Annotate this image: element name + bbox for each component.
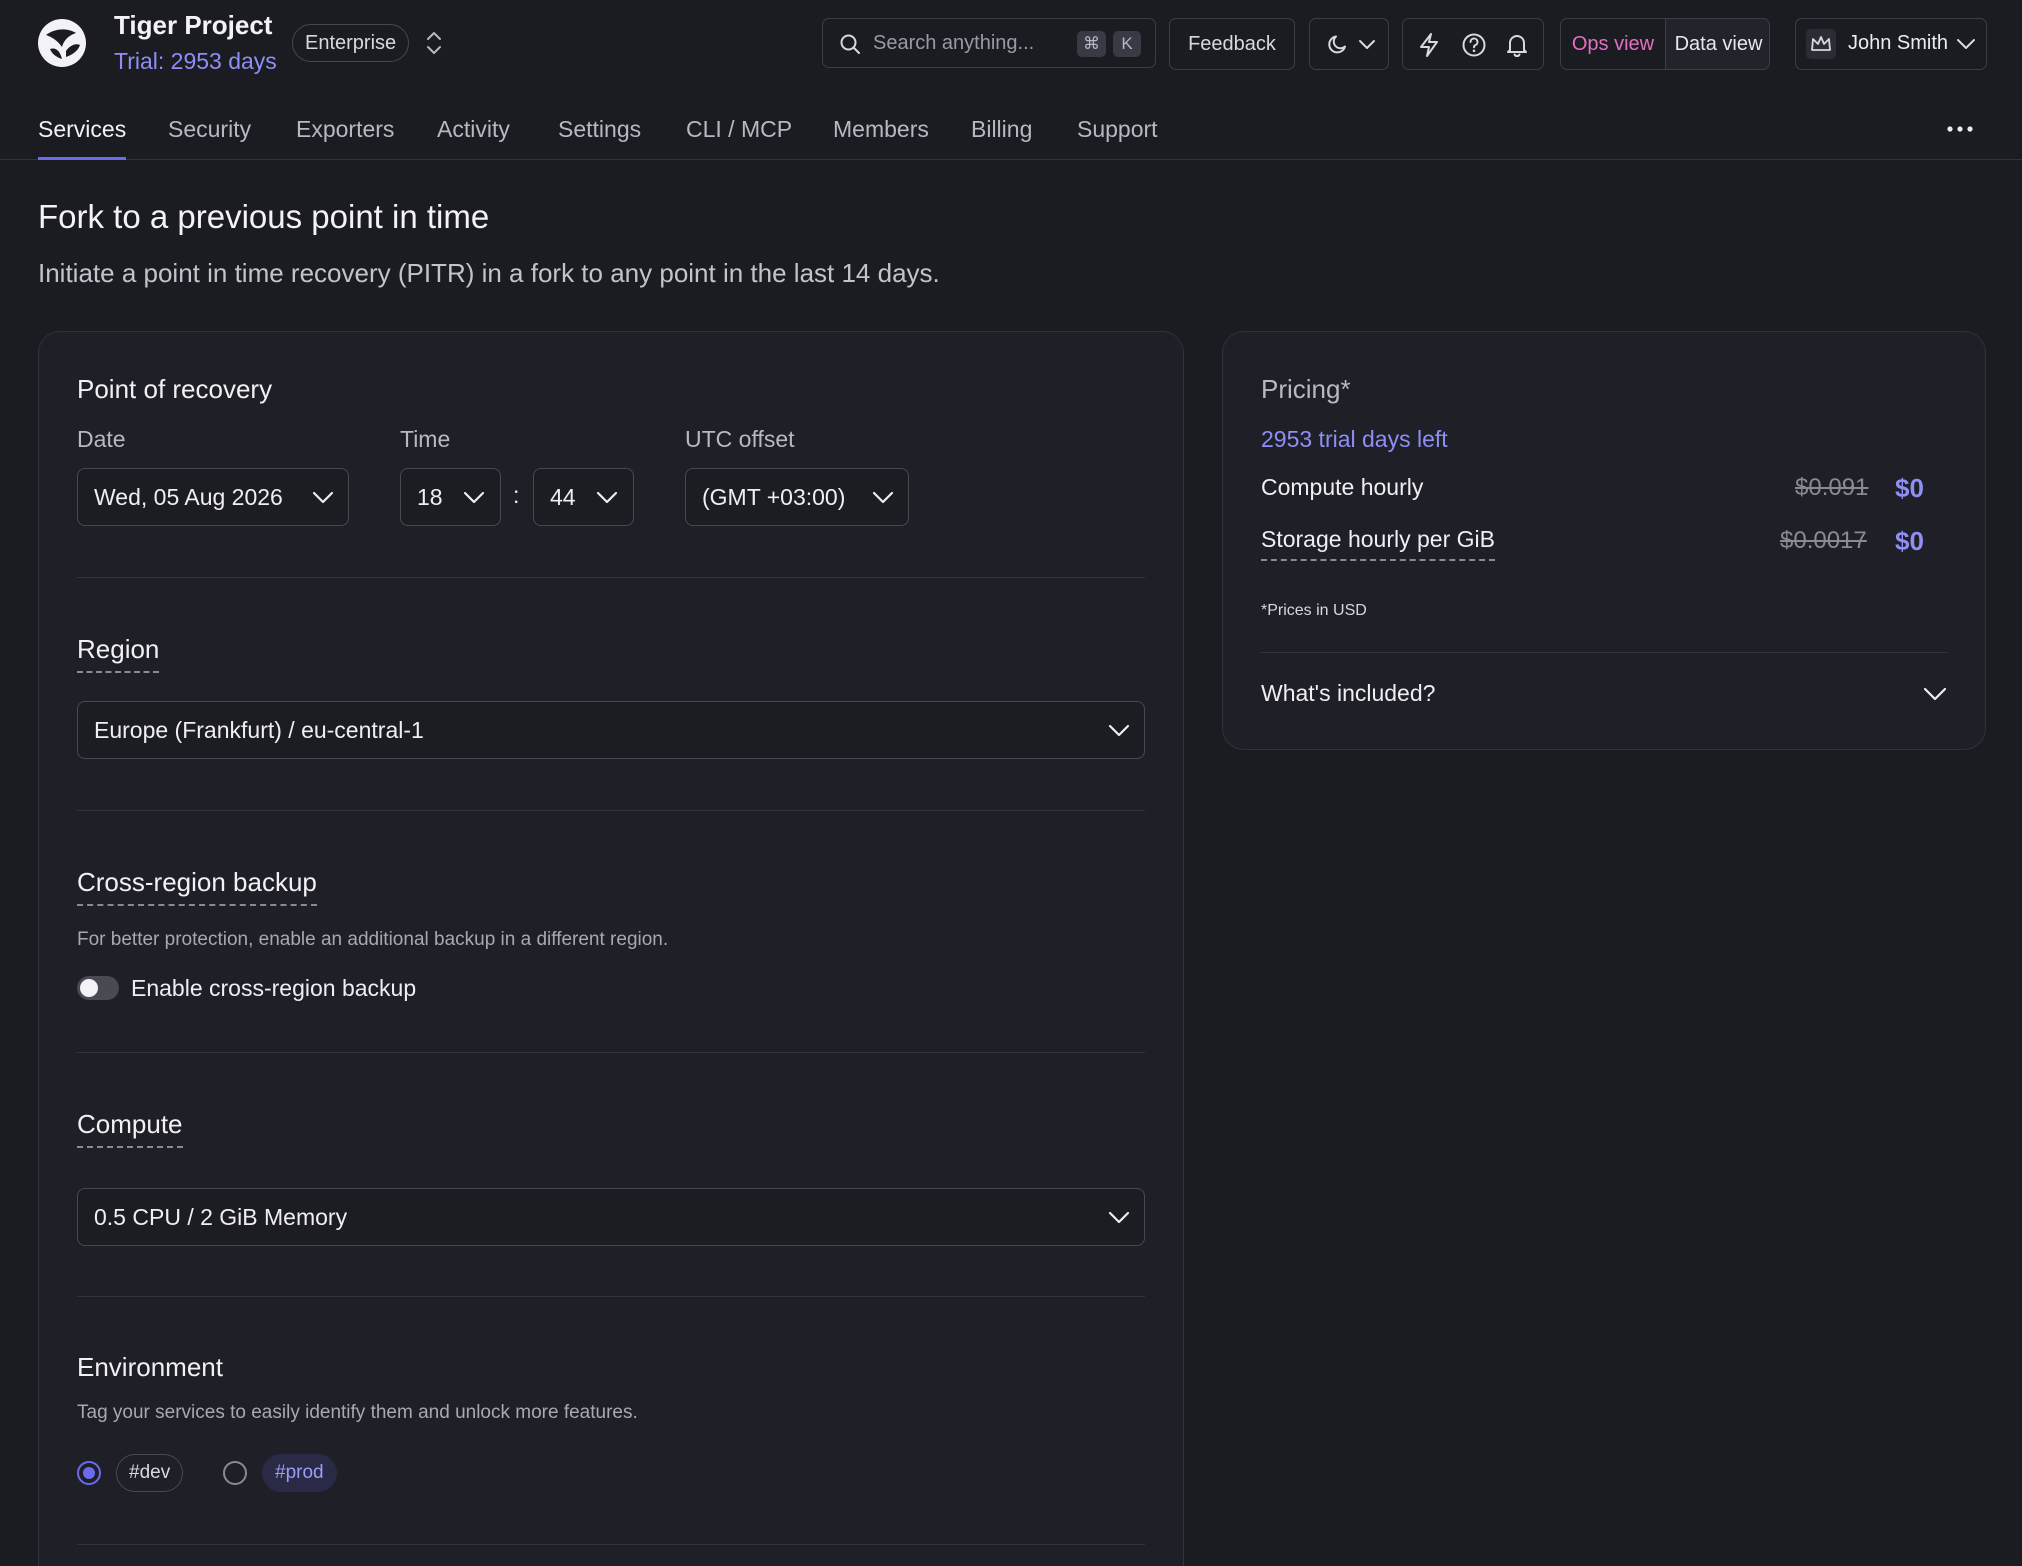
plan-badge: Enterprise [292, 24, 410, 62]
ops-view-button[interactable]: Ops view [1561, 19, 1666, 69]
utc-offset-value: (GMT +03:00) [702, 484, 846, 510]
date-label: Date [77, 426, 126, 452]
search-box[interactable]: ⌘ K [822, 18, 1156, 68]
tab-security[interactable]: Security [168, 116, 251, 158]
page-subtitle: Initiate a point in time recovery (PITR)… [38, 258, 940, 288]
compute-value: 0.5 CPU / 2 GiB Memory [94, 1204, 348, 1230]
tab-support[interactable]: Support [1077, 116, 1158, 158]
tab-billing[interactable]: Billing [971, 116, 1032, 158]
chevron-down-icon [463, 490, 485, 506]
minute-select[interactable]: 44 [533, 468, 634, 526]
project-name[interactable]: Tiger Project [114, 10, 272, 41]
section-divider [77, 1052, 1145, 1053]
region-select[interactable]: Europe (Frankfurt) / eu-central-1 [77, 701, 1145, 759]
utc-offset-select[interactable]: (GMT +03:00) [685, 468, 909, 526]
hour-value: 18 [417, 484, 443, 510]
pricing-title: Pricing* [1261, 374, 1351, 404]
chevron-down-icon [1108, 1210, 1130, 1226]
pricing-note: *Prices in USD [1261, 602, 1367, 619]
chevron-down-icon [312, 490, 334, 506]
user-menu-button[interactable]: John Smith [1795, 18, 1987, 70]
lightning-icon[interactable] [1417, 32, 1441, 58]
env-dev-radio[interactable] [77, 1461, 101, 1485]
user-name: John Smith [1848, 32, 1949, 54]
compute-hourly-price: $0 [1895, 473, 1924, 503]
tiger-logo-icon[interactable] [36, 17, 88, 69]
crown-icon [1806, 29, 1836, 59]
backup-section-title[interactable]: Cross-region backup [77, 867, 317, 906]
environment-section-title: Environment [77, 1352, 223, 1382]
date-select[interactable]: Wed, 05 Aug 2026 [77, 468, 349, 526]
more-options-icon[interactable] [1946, 122, 1974, 136]
pricing-card: Pricing* 2953 trial days left Compute ho… [1222, 331, 1986, 750]
recovery-section-title: Point of recovery [77, 374, 273, 404]
minute-value: 44 [550, 484, 576, 510]
fork-form-card: Point of recovery Date Wed, 05 Aug 2026 … [38, 331, 1184, 1566]
top-header: Tiger Project Trial: 2953 days Enterpris… [0, 0, 2022, 160]
chevron-down-icon[interactable] [1923, 686, 1947, 702]
view-toggle: Ops view Data view [1560, 18, 1770, 70]
cross-region-backup-toggle[interactable] [77, 976, 119, 1000]
storage-hourly-old-price: $0.0017 [1780, 527, 1867, 554]
tab-members[interactable]: Members [833, 116, 929, 158]
time-separator: : [513, 482, 520, 508]
quick-actions-group [1402, 18, 1544, 70]
section-divider [77, 1296, 1145, 1297]
chevron-down-icon [1108, 723, 1130, 739]
tab-settings[interactable]: Settings [558, 116, 641, 158]
region-value: Europe (Frankfurt) / eu-central-1 [94, 717, 424, 743]
pricing-divider [1261, 652, 1947, 653]
utc-offset-label: UTC offset [685, 426, 795, 452]
cross-region-backup-label[interactable]: Enable cross-region backup [131, 975, 416, 1002]
search-input[interactable] [873, 29, 1053, 57]
whats-included-toggle[interactable]: What's included? [1261, 680, 1435, 707]
environment-hint: Tag your services to easily identify the… [77, 1402, 638, 1423]
backup-hint: For better protection, enable an additio… [77, 929, 669, 950]
hour-select[interactable]: 18 [400, 468, 501, 526]
section-divider [77, 1544, 1145, 1545]
section-divider [77, 577, 1145, 578]
bell-icon[interactable] [1505, 32, 1529, 58]
help-icon[interactable] [1461, 32, 1487, 58]
chevron-down-icon [596, 490, 618, 506]
tab-activity[interactable]: Activity [437, 116, 510, 158]
shortcut-cmd-key: ⌘ [1077, 31, 1106, 57]
search-icon [839, 33, 861, 55]
compute-section-title[interactable]: Compute [77, 1109, 183, 1148]
region-section-title[interactable]: Region [77, 634, 160, 673]
trial-status: Trial: 2953 days [114, 48, 277, 74]
moon-icon [1326, 32, 1350, 56]
chevron-down-icon [872, 490, 894, 506]
theme-toggle-button[interactable] [1309, 18, 1389, 70]
shortcut-k-key: K [1113, 31, 1141, 57]
data-view-button[interactable]: Data view [1666, 19, 1769, 69]
tab-exporters[interactable]: Exporters [296, 116, 394, 158]
env-dev-tag[interactable]: #dev [116, 1454, 184, 1492]
env-prod-radio[interactable] [223, 1461, 247, 1485]
storage-hourly-label[interactable]: Storage hourly per GiB [1261, 526, 1495, 561]
compute-hourly-label: Compute hourly [1261, 474, 1424, 500]
chevron-down-icon [1358, 37, 1376, 51]
compute-hourly-old-price: $0.091 [1795, 474, 1869, 501]
project-switcher-icon[interactable] [422, 29, 446, 57]
date-value: Wed, 05 Aug 2026 [94, 484, 283, 510]
tab-services[interactable]: Services [38, 116, 127, 160]
storage-hourly-price: $0 [1895, 526, 1924, 556]
page-title: Fork to a previous point in time [38, 198, 490, 235]
section-divider [77, 810, 1145, 811]
chevron-down-icon [1956, 36, 1976, 52]
feedback-button[interactable]: Feedback [1169, 18, 1295, 70]
tab-cli-mcp[interactable]: CLI / MCP [686, 116, 792, 158]
compute-select[interactable]: 0.5 CPU / 2 GiB Memory [77, 1188, 1145, 1246]
trial-days-left: 2953 trial days left [1261, 426, 1448, 452]
env-prod-tag[interactable]: #prod [262, 1454, 337, 1492]
time-label: Time [400, 426, 451, 452]
